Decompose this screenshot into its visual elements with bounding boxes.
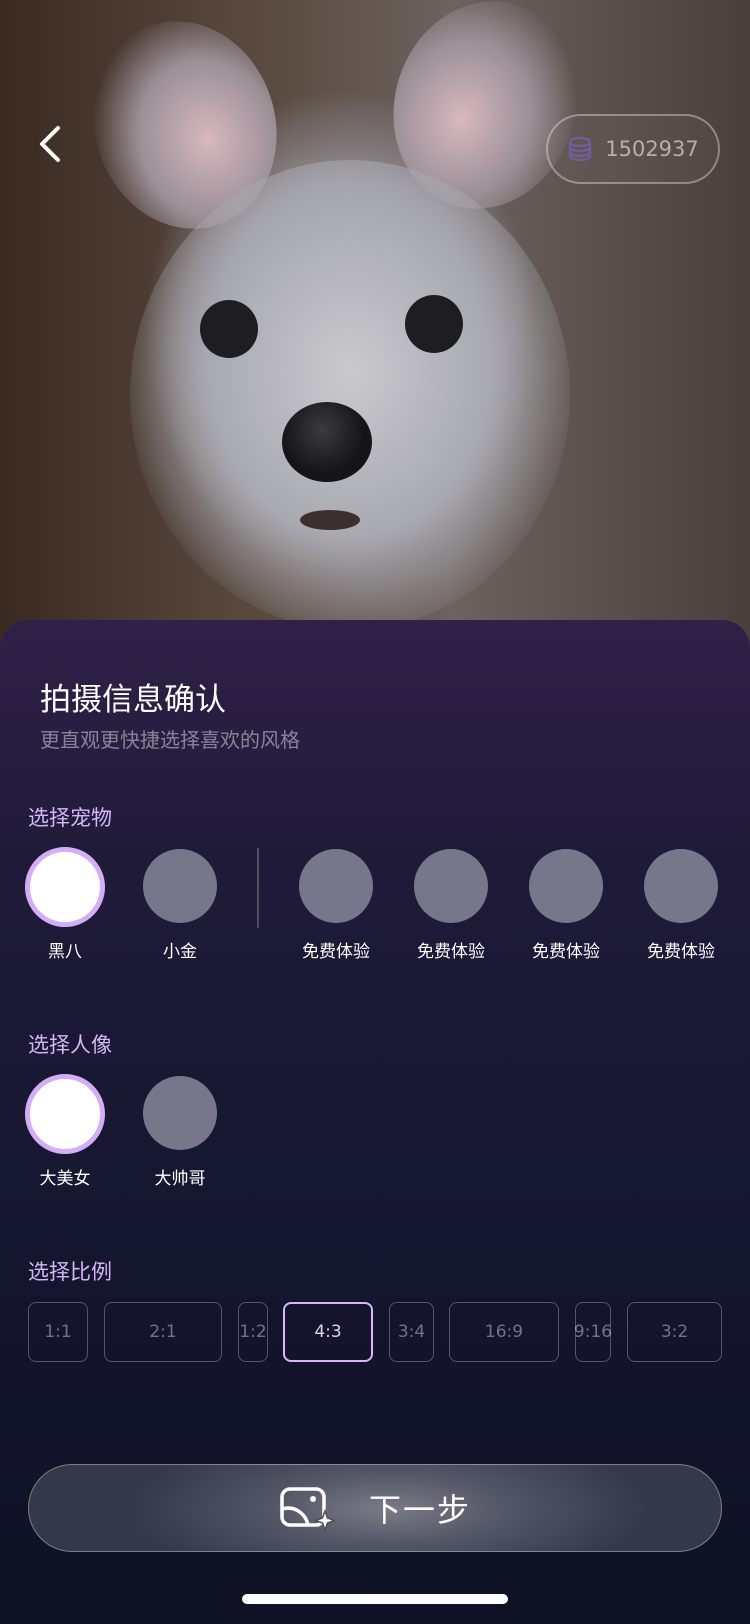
pet-avatar: [644, 849, 718, 923]
next-step-label: 下一步: [368, 1491, 471, 1529]
ratio-option-3-2[interactable]: 3:2: [627, 1302, 722, 1362]
pet-avatar: [299, 849, 373, 923]
pet-avatar: [414, 849, 488, 923]
section-label-pets: 选择宠物: [28, 806, 112, 830]
sheet-title: 拍摄信息确认: [40, 682, 226, 718]
section-label-portraits: 选择人像: [28, 1033, 112, 1057]
dog-right-eye: [405, 295, 463, 353]
portrait-avatar: [25, 1074, 105, 1154]
sheet-subtitle: 更直观更快捷选择喜欢的风格: [40, 728, 300, 752]
section-label-ratio: 选择比例: [28, 1260, 112, 1284]
coin-stack-icon: [569, 136, 592, 162]
pet-option[interactable]: 免费体验: [286, 849, 386, 962]
pet-option[interactable]: 小金: [130, 849, 230, 962]
ratio-option-16-9[interactable]: 16:9: [449, 1302, 559, 1362]
pet-name: 免费体验: [647, 942, 715, 962]
ratio-option-2-1[interactable]: 2:1: [104, 1302, 222, 1362]
portrait-name: 大帅哥: [154, 1169, 206, 1189]
ratio-option-1-1[interactable]: 1:1: [28, 1302, 88, 1362]
dog-left-eye: [200, 300, 258, 358]
ratio-option-4-3[interactable]: 4:3: [283, 1302, 373, 1362]
pet-avatar: [25, 847, 105, 927]
home-indicator: [242, 1594, 508, 1604]
pet-avatar: [143, 849, 217, 923]
portrait-avatar: [143, 1076, 217, 1150]
pet-option[interactable]: 黑八: [15, 847, 115, 962]
pet-option[interactable]: 免费体验: [401, 849, 501, 962]
portrait-option[interactable]: 大帅哥: [130, 1076, 230, 1189]
pet-option[interactable]: 免费体验: [631, 849, 731, 962]
dog-nose: [282, 402, 372, 482]
next-step-button[interactable]: 下一步: [28, 1464, 722, 1552]
pet-option[interactable]: 免费体验: [516, 849, 616, 962]
dog-mouth: [300, 510, 360, 530]
ratio-option-1-2[interactable]: 1:2: [238, 1302, 268, 1362]
back-button[interactable]: [30, 120, 70, 168]
pet-name: 黑八: [48, 942, 82, 962]
chevron-left-icon: [40, 126, 60, 162]
pet-name: 免费体验: [532, 942, 600, 962]
ratio-option-9-16[interactable]: 9:16: [574, 1302, 612, 1362]
hero-pet-photo: [0, 0, 750, 660]
pet-divider: [257, 848, 259, 928]
ratio-option-3-4[interactable]: 3:4: [389, 1302, 434, 1362]
ai-image-sparkle-icon: [280, 1487, 335, 1531]
pet-name: 免费体验: [302, 942, 370, 962]
pet-avatar: [529, 849, 603, 923]
pet-name: 免费体验: [417, 942, 485, 962]
portrait-option[interactable]: 大美女: [15, 1074, 115, 1189]
coin-balance-pill[interactable]: 1502937: [546, 114, 720, 184]
coin-balance: 1502937: [605, 137, 699, 161]
portrait-name: 大美女: [39, 1169, 91, 1189]
pet-name: 小金: [163, 942, 197, 962]
dog-face: [130, 160, 570, 630]
